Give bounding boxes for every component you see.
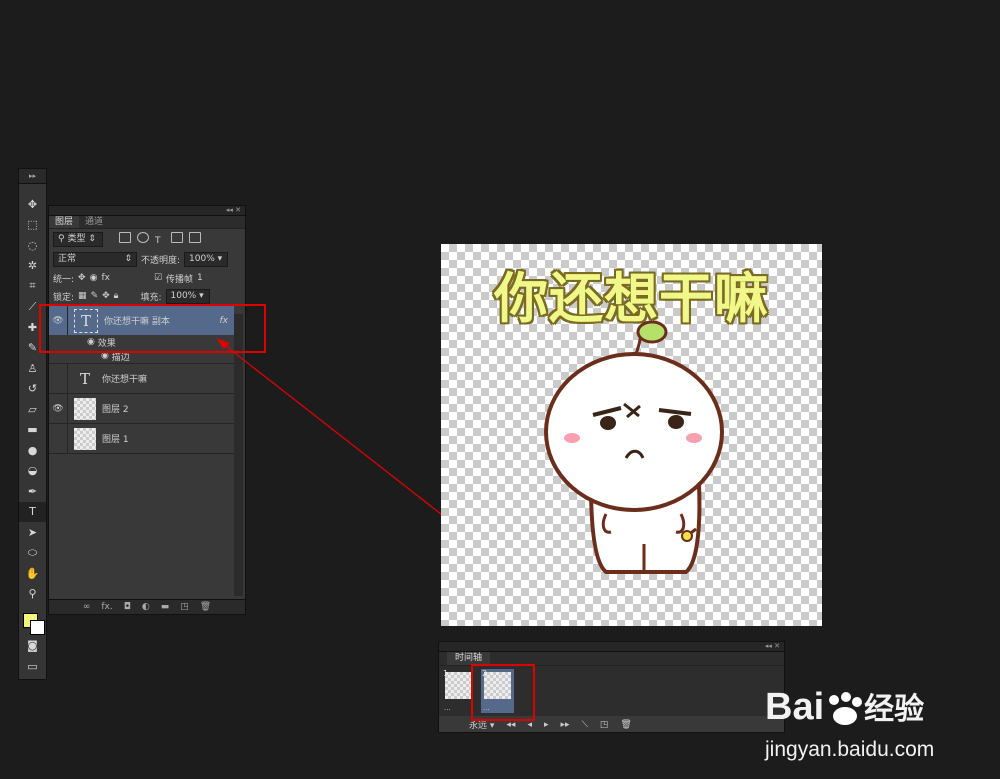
watermark-url: jingyan.baidu.com bbox=[765, 738, 935, 761]
first-frame-icon[interactable]: ◂◂ bbox=[506, 720, 515, 730]
play-icon[interactable]: ▸ bbox=[544, 720, 549, 730]
loop-value: 永远 bbox=[469, 721, 488, 731]
baidu-watermark: Bai 经验 jingyan.baidu.com bbox=[765, 668, 995, 778]
prev-frame-icon[interactable]: ◂ bbox=[527, 720, 532, 730]
watermark-brand-text: Bai bbox=[765, 686, 825, 728]
frame-number: 1 bbox=[443, 669, 449, 678]
watermark-brand-suffix: 经验 bbox=[864, 693, 925, 726]
tween-icon[interactable]: ⟍ bbox=[582, 720, 588, 730]
watermark-brand: Bai 经验 bbox=[765, 684, 924, 729]
duplicate-frame-icon[interactable]: ◳ bbox=[600, 720, 609, 730]
paw-icon bbox=[824, 691, 864, 726]
character-illustration bbox=[544, 320, 724, 574]
delete-frame-icon[interactable]: 🗑︎ bbox=[620, 720, 631, 730]
highlight-box-frame bbox=[471, 664, 535, 721]
frame-thumbnail bbox=[445, 672, 472, 699]
frame-delay[interactable]: ... bbox=[444, 704, 451, 712]
next-frame-icon[interactable]: ▸▸ bbox=[561, 720, 570, 730]
document-canvas[interactable]: 你还想干嘛 bbox=[441, 244, 822, 626]
timeline-collapse[interactable]: ◂◂ ✕ bbox=[439, 642, 784, 652]
